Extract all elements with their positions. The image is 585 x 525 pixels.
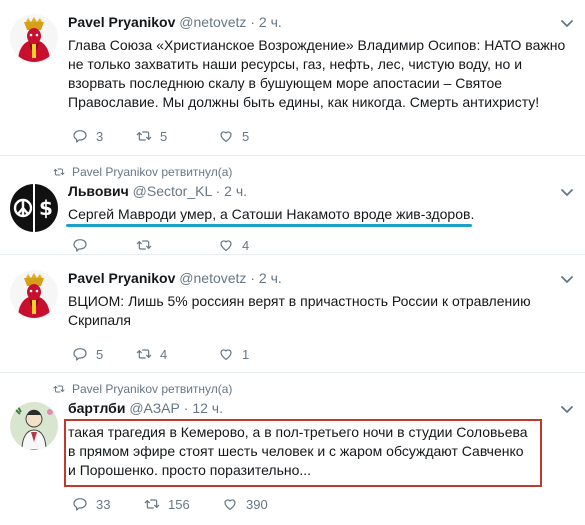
retweeted-icon [52, 166, 66, 178]
reply-icon [72, 346, 88, 362]
author-handle[interactable]: @netovetz [179, 14, 246, 30]
retweet-button[interactable]: 5 [136, 128, 218, 144]
author-name[interactable]: Львович [68, 183, 129, 199]
like-count: 5 [242, 128, 250, 144]
tweet[interactable]: Pavel Pryanikov @netovetz · 2 ч. Глава С… [0, 0, 585, 156]
tweet-actions: 3 5 5 [72, 128, 249, 144]
tweet-time[interactable]: 2 ч. [259, 270, 282, 286]
like-count: 390 [246, 496, 268, 512]
separator: · [183, 400, 189, 416]
caret-down-icon[interactable] [561, 406, 573, 414]
retweet-count: 4 [160, 346, 168, 362]
caret-down-icon[interactable] [561, 276, 573, 284]
reply-count: 3 [96, 128, 104, 144]
tweet[interactable]: Pavel Pryanikov @netovetz · 2 ч. ВЦИОМ: … [0, 256, 585, 373]
retweeted-by[interactable]: Pavel Pryanikov ретвитнул(а) [72, 382, 232, 396]
tweet-text: такая трагедия в Кемерово, а в пол-треть… [68, 424, 528, 478]
tweet-actions: 5 4 1 [72, 346, 249, 362]
tweet-text: Сергей Мавроди умер, а Сатоши Накамото в… [68, 206, 475, 222]
retweet-icon [136, 237, 152, 253]
avatar-image [10, 270, 58, 318]
retweet-button[interactable]: 156 [144, 496, 222, 512]
caret-down-icon[interactable] [561, 189, 573, 197]
tweet-actions: 33 156 390 [72, 496, 268, 512]
tweet-time[interactable]: 12 ч. [192, 400, 223, 416]
like-button[interactable]: 390 [222, 496, 268, 512]
tweet-header: Pavel Pryanikov @netovetz · 2 ч. [68, 270, 282, 286]
avatar-image [10, 402, 58, 450]
like-count: 4 [242, 237, 250, 253]
caret-down-icon[interactable] [561, 20, 573, 28]
tweet-text: Глава Союза «Христианское Возрождение» В… [68, 37, 566, 110]
author-handle[interactable]: @АЗАР [129, 400, 180, 416]
like-count: 1 [242, 346, 250, 362]
reply-count: 33 [96, 496, 111, 512]
separator: · [250, 14, 255, 30]
tweet-actions: 4 [72, 237, 249, 253]
avatar[interactable] [10, 270, 58, 318]
author-handle[interactable]: @Sector_KL [133, 183, 212, 199]
reply-icon [72, 128, 88, 144]
like-icon [218, 237, 234, 253]
tweet-header: бартлби @АЗАР · 12 ч. [68, 400, 223, 416]
reply-icon [72, 237, 88, 253]
retweet-context: Pavel Pryanikov ретвитнул(а) [52, 382, 232, 396]
tweet-time[interactable]: 2 ч. [224, 183, 247, 199]
retweet-icon [144, 496, 160, 512]
retweet-button[interactable]: 4 [136, 346, 218, 362]
like-icon [218, 128, 234, 144]
reply-button[interactable]: 5 [72, 346, 136, 362]
avatar-image [10, 14, 58, 62]
tweet[interactable]: Pavel Pryanikov ретвитнул(а) бартлби @АЗ… [0, 374, 585, 525]
author-name[interactable]: Pavel Pryanikov [68, 270, 175, 286]
reply-button[interactable] [72, 237, 136, 253]
avatar-image [10, 184, 58, 232]
retweeted-by[interactable]: Pavel Pryanikov ретвитнул(а) [72, 165, 232, 179]
tweet[interactable]: Pavel Pryanikov ретвитнул(а) Львович @Se… [0, 157, 585, 255]
tweet-time[interactable]: 2 ч. [259, 14, 282, 30]
reply-count: 5 [96, 346, 104, 362]
avatar[interactable] [10, 402, 58, 450]
like-icon [222, 496, 238, 512]
reply-button[interactable]: 3 [72, 128, 136, 144]
retweet-count: 5 [160, 128, 168, 144]
retweet-context: Pavel Pryanikov ретвитнул(а) [52, 165, 232, 179]
like-button[interactable]: 5 [218, 128, 249, 144]
avatar[interactable] [10, 184, 58, 232]
retweet-button[interactable] [136, 237, 218, 253]
retweet-icon [136, 346, 152, 362]
separator: · [250, 270, 255, 286]
retweeted-icon [52, 383, 66, 395]
highlight-underline [66, 224, 472, 227]
tweet-header: Pavel Pryanikov @netovetz · 2 ч. [68, 14, 282, 30]
tweet-text: ВЦИОМ: Лишь 5% россиян верят в причастно… [68, 293, 531, 328]
author-handle[interactable]: @netovetz [179, 270, 246, 286]
avatar[interactable] [10, 14, 58, 62]
reply-icon [72, 496, 88, 512]
retweet-icon [136, 128, 152, 144]
tweet-header: Львович @Sector_KL · 2 ч. [68, 183, 247, 199]
like-button[interactable]: 1 [218, 346, 249, 362]
retweet-count: 156 [168, 496, 190, 512]
author-name[interactable]: бартлби [68, 400, 125, 416]
reply-button[interactable]: 33 [72, 496, 144, 512]
like-icon [218, 346, 234, 362]
separator: · [215, 183, 221, 199]
author-name[interactable]: Pavel Pryanikov [68, 14, 175, 30]
like-button[interactable]: 4 [218, 237, 249, 253]
